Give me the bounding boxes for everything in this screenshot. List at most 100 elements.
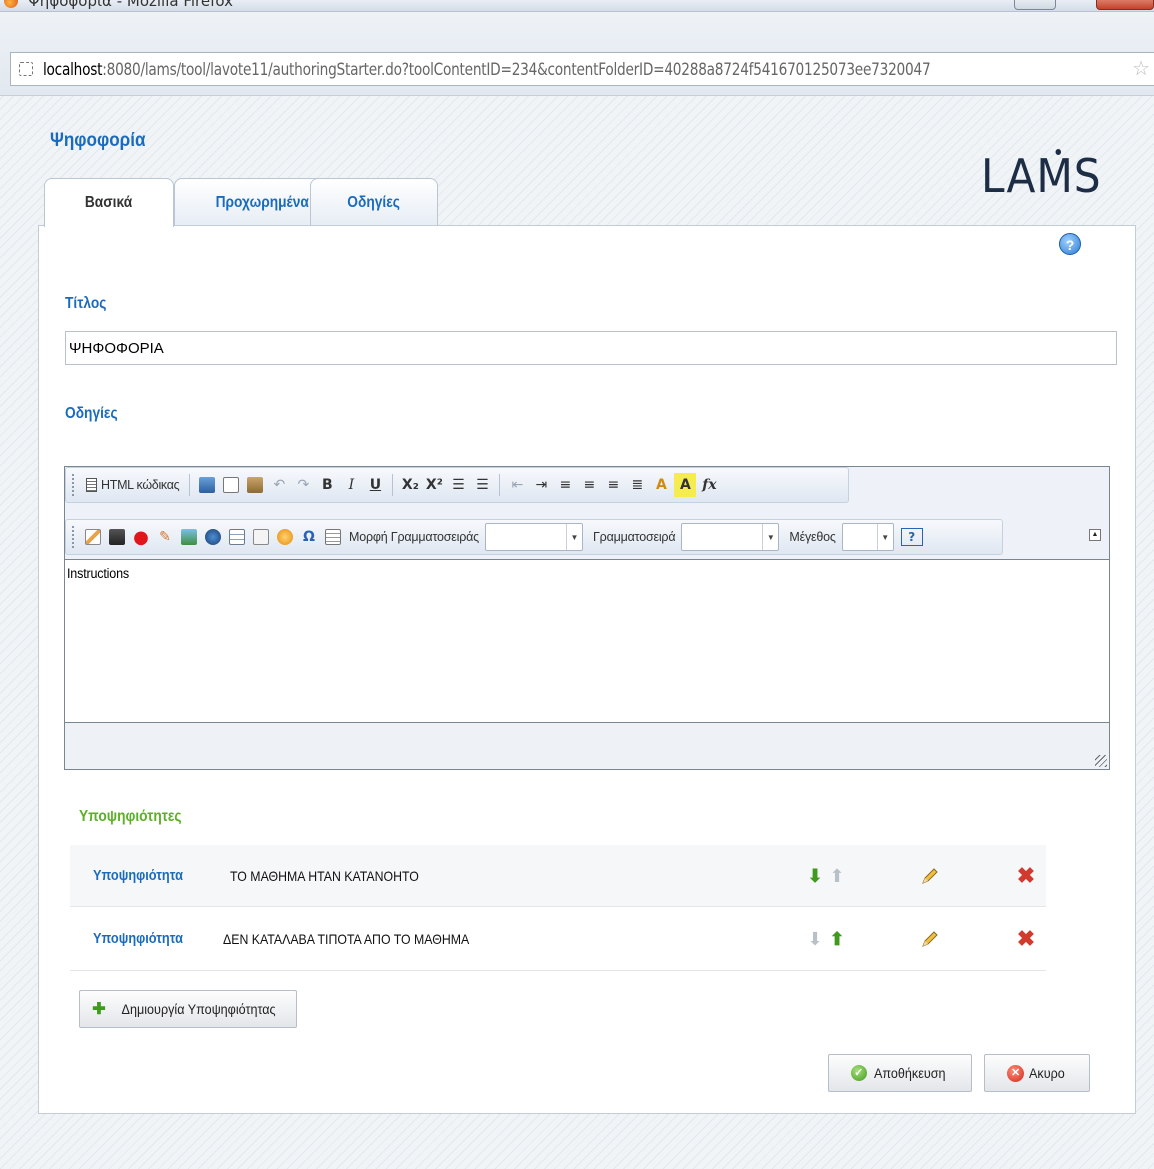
candidate-text: ΔΕΝ ΚΑΤΑΛΑΒΑ ΤΙΠΟΤΑ ΑΠΟ ΤΟ ΜΑΘΗΜΑ — [223, 930, 470, 947]
smiley-icon[interactable] — [274, 525, 296, 549]
bold-button[interactable]: B — [316, 473, 338, 497]
title-label: Τίτλος — [65, 295, 107, 312]
address-bar[interactable]: localhost:8080/lams/tool/lavote11/author… — [10, 52, 1154, 86]
numbered-list-icon[interactable]: ☰ — [447, 473, 469, 497]
paste-icon[interactable] — [244, 473, 266, 497]
font-format-label: Μορφή Γραμματοσειράς — [349, 530, 479, 544]
align-right-icon[interactable]: ≡ — [602, 473, 624, 497]
page-icon — [19, 62, 33, 76]
toolbar-separator — [499, 474, 501, 496]
image-icon[interactable] — [178, 525, 200, 549]
title-input[interactable] — [65, 331, 1117, 365]
cancel-label: Ακυρο — [1029, 1065, 1065, 1081]
move-up-icon: ⬆ — [829, 865, 845, 886]
editor-text: Instructions — [67, 566, 129, 581]
bulleted-list-icon[interactable]: ☰ — [471, 473, 493, 497]
font-label: Γραμματοσειρά — [593, 530, 676, 544]
toolbar-collapse-icon[interactable]: ▲ — [1089, 529, 1101, 541]
help-icon[interactable]: ? — [1059, 233, 1081, 255]
move-down-icon: ⬇ — [807, 928, 823, 949]
chevron-down-icon: ▼ — [876, 524, 893, 550]
font-format-select[interactable]: ▼ — [485, 523, 583, 551]
chevron-down-icon: ▼ — [566, 524, 582, 550]
candidate-row: Υποψηφιότητα ΔΕΝ ΚΑΤΑΛΑΒΑ ΤΙΠΟΤΑ ΑΠΟ ΤΟ … — [70, 907, 1046, 971]
delete-icon[interactable]: ✖ — [1016, 864, 1036, 887]
paint-icon[interactable]: ✎ — [154, 525, 176, 549]
preview-icon[interactable] — [220, 473, 242, 497]
tab-basic[interactable]: Βασικά — [44, 178, 174, 227]
italic-button[interactable]: I — [340, 473, 362, 497]
subscript-button[interactable]: X₂ — [399, 473, 421, 497]
save-label: Αποθήκευση — [873, 1065, 946, 1081]
source-doc-icon — [86, 478, 97, 492]
page-break-icon[interactable] — [322, 525, 344, 549]
toolbar-row-1: HTML κώδικας ↶ ↷ B I U X₂ X² ☰ ☰ ⇤ ⇥ ≡ ≡… — [65, 467, 849, 503]
background-color-button[interactable]: A — [674, 473, 697, 497]
tab-label: Βασικά — [85, 194, 133, 211]
url-host: localhost — [43, 59, 103, 79]
toolbar-grip — [72, 474, 75, 496]
undo-icon[interactable]: ↶ — [268, 473, 290, 497]
redo-icon[interactable]: ↷ — [292, 473, 314, 497]
lams-logo: LAMS — [981, 149, 1102, 203]
underline-button[interactable]: U — [364, 473, 386, 497]
firefox-icon — [4, 0, 18, 8]
logo-text-end: S — [1073, 149, 1102, 203]
font-select[interactable]: ▼ — [681, 523, 780, 551]
outdent-icon[interactable]: ⇤ — [506, 473, 528, 497]
size-label: Μέγεθος — [789, 530, 836, 544]
save-button[interactable]: ✓ Αποθήκευση — [828, 1054, 972, 1092]
record-icon[interactable]: ● — [130, 525, 152, 549]
size-select[interactable]: ▼ — [841, 523, 894, 551]
tab-label: Προχωρημένα — [215, 193, 309, 211]
candidate-row: Υποψηφιότητα ΤΟ ΜΑΘΗΜΑ ΗΤΑΝ ΚΑΤΑΝΟΗΤΟ ⬇ … — [70, 845, 1046, 907]
editor-status-bar — [65, 723, 1109, 769]
move-down-icon[interactable]: ⬇ — [806, 866, 824, 886]
horizontal-rule-icon[interactable] — [250, 525, 272, 549]
candidate-label: Υποψηφιότητα — [93, 867, 183, 884]
ok-icon: ✓ — [850, 1065, 867, 1081]
superscript-button[interactable]: X² — [423, 473, 445, 497]
instructions-editor: HTML κώδικας ↶ ↷ B I U X₂ X² ☰ ☰ ⇤ ⇥ ≡ ≡… — [64, 466, 1110, 770]
text-color-button[interactable]: A — [650, 473, 672, 497]
flash-icon[interactable] — [202, 525, 224, 549]
candidates-heading: Υποψηφιότητες — [79, 808, 182, 825]
tab-label: Οδηγίες — [347, 193, 401, 211]
video-icon[interactable] — [106, 525, 128, 549]
justify-icon[interactable]: ≣ — [626, 473, 648, 497]
table-icon[interactable] — [226, 525, 248, 549]
logo-text-m: M — [1036, 149, 1074, 203]
bookmark-star-icon[interactable]: ☆ — [1132, 59, 1150, 79]
edit-pencil-icon[interactable] — [920, 866, 940, 886]
page-title: Ψηφοφορία — [50, 130, 146, 151]
editor-help-button[interactable]: ? — [900, 528, 923, 546]
candidates-table: Υποψηφιότητα ΤΟ ΜΑΘΗΜΑ ΗΤΑΝ ΚΑΤΑΝΟΗΤΟ ⬇ … — [70, 845, 1046, 971]
html-source-label: HTML κώδικας — [101, 478, 180, 492]
special-char-button[interactable]: Ω — [298, 525, 320, 549]
indent-icon[interactable]: ⇥ — [530, 473, 552, 497]
logo-text-start: LA — [981, 149, 1037, 203]
html-source-button[interactable]: HTML κώδικας — [82, 473, 183, 497]
move-up-icon[interactable]: ⬆ — [828, 929, 846, 949]
edit-pencil-icon[interactable] — [920, 929, 940, 949]
add-candidate-button[interactable]: ✚ Δημιουργία Υποψηφιότητας — [79, 990, 297, 1028]
text-edit-icon[interactable] — [82, 525, 104, 549]
cancel-button[interactable]: ✕ Ακυρο — [984, 1054, 1090, 1092]
window-close-button[interactable] — [1096, 0, 1154, 10]
toolbar-separator — [189, 474, 191, 496]
tab-instructions[interactable]: Οδηγίες — [310, 178, 438, 226]
url-text[interactable]: localhost:8080/lams/tool/lavote11/author… — [43, 59, 931, 79]
align-center-icon[interactable]: ≡ — [578, 473, 600, 497]
resize-grip-icon[interactable] — [1095, 755, 1107, 767]
formula-button[interactable]: fx — [698, 473, 720, 497]
align-left-icon[interactable]: ≡ — [554, 473, 576, 497]
instructions-label: Οδηγίες — [65, 405, 118, 422]
toolbar-separator — [392, 474, 394, 496]
navigation-bar: localhost:8080/lams/tool/lavote11/author… — [0, 12, 1154, 96]
window-controls-button[interactable] — [1014, 0, 1056, 10]
fit-window-icon[interactable] — [196, 473, 218, 497]
add-candidate-label: Δημιουργία Υποψηφιότητας — [121, 1001, 276, 1017]
toolbar-row-2: ● ✎ Ω Μορφή Γραμματοσειράς ▼ Γραμματοσει… — [65, 519, 1003, 555]
delete-icon[interactable]: ✖ — [1016, 927, 1036, 950]
editor-content-area[interactable]: Instructions — [65, 559, 1109, 723]
